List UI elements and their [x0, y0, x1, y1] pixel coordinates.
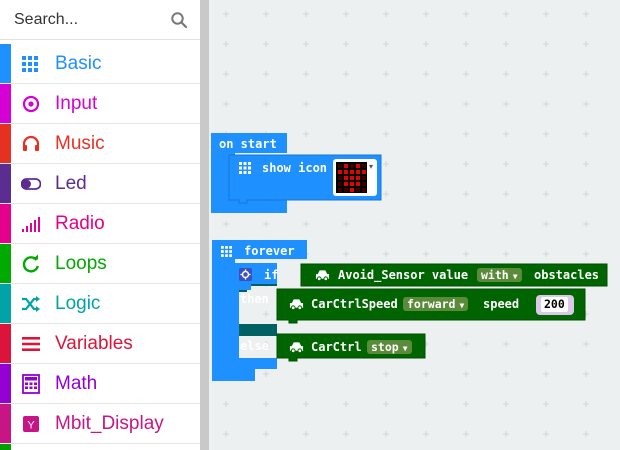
search-icon[interactable] [170, 11, 188, 29]
then-label: then [240, 292, 269, 306]
category-stripe [0, 284, 11, 323]
if-label: if [264, 268, 279, 282]
grid-icon [22, 56, 38, 72]
category-stripe [0, 124, 11, 163]
speed-value-input[interactable]: 200 [536, 295, 574, 315]
category-label: Mbit_Display [55, 413, 164, 434]
category-label: Music [55, 133, 105, 154]
category-stripe [0, 204, 11, 243]
obstacles-label: obstacles [534, 268, 600, 282]
speed-value: 200 [541, 297, 568, 312]
category-stripe [0, 444, 11, 450]
category-loops[interactable]: Loops [0, 244, 200, 284]
list-icon [22, 337, 40, 351]
refresh-icon [22, 254, 39, 273]
category-label: Basic [55, 53, 102, 74]
car-icon [289, 299, 304, 311]
category-label: Led [55, 173, 87, 194]
category-stripe [0, 164, 11, 203]
category-music[interactable]: Music [0, 124, 200, 164]
chevron-down-icon: ▼ [512, 272, 518, 281]
category-stripe [0, 364, 11, 403]
category-label: Math [55, 373, 98, 394]
category-label: Radio [55, 213, 105, 234]
category-label: Logic [55, 293, 101, 314]
search-box [0, 0, 200, 40]
category-input[interactable]: Input [0, 84, 200, 124]
category-stripe [0, 44, 11, 83]
toolbox-scrollbar[interactable] [200, 0, 209, 450]
category-label: Input [55, 93, 98, 114]
category-mbit-display[interactable]: Y Mbit_Display [0, 404, 200, 444]
shuffle-icon [22, 296, 40, 312]
svg-text:Y: Y [27, 420, 35, 432]
category-stripe [0, 84, 11, 123]
dropdown-value: forward [407, 297, 456, 311]
category-variables[interactable]: Variables [0, 324, 200, 364]
calculator-icon [22, 374, 40, 394]
chevron-down-icon: ▼ [459, 301, 465, 310]
car-icon [289, 342, 304, 354]
toolbox: Basic Input Music Led [0, 0, 200, 450]
chevron-down-icon: ▼ [402, 344, 408, 353]
category-basic[interactable]: Basic [0, 44, 200, 84]
car-ctrl-speed-label: CarCtrlSpeed [311, 297, 398, 311]
else-label: else [240, 339, 269, 353]
target-icon [22, 95, 40, 113]
sensor-state-dropdown[interactable]: with ▼ [477, 268, 522, 282]
category-stripe [0, 324, 11, 363]
category-stripe [0, 404, 11, 443]
headphones-icon [22, 135, 40, 151]
direction-dropdown[interactable]: forward ▼ [403, 297, 469, 311]
toggle-icon [21, 178, 41, 190]
category-logic[interactable]: Logic [0, 284, 200, 324]
workspace[interactable]: on start show icon ▾ forever if then els… [209, 0, 620, 450]
speed-label: speed [483, 297, 520, 311]
dropdown-value: stop [371, 340, 399, 354]
search-input[interactable] [14, 9, 164, 31]
category-more[interactable] [0, 444, 200, 450]
avoid-sensor-label: Avoid_Sensor value [338, 268, 469, 282]
gear-icon[interactable] [239, 268, 252, 281]
car-ctrl-label: CarCtrl [311, 340, 362, 354]
category-radio[interactable]: Radio [0, 204, 200, 244]
car-icon [315, 270, 330, 282]
car-ctrl-action-dropdown[interactable]: stop ▼ [367, 340, 412, 354]
category-label: Variables [55, 333, 133, 354]
y-badge-icon: Y [23, 416, 39, 432]
category-stripe [0, 244, 11, 283]
category-label: Loops [55, 253, 107, 274]
forever-block-shape [212, 240, 608, 381]
signal-bars-icon [22, 217, 40, 232]
grid-icon [221, 246, 232, 257]
category-led[interactable]: Led [0, 164, 200, 204]
dropdown-value: with [481, 268, 509, 282]
category-math[interactable]: Math [0, 364, 200, 404]
